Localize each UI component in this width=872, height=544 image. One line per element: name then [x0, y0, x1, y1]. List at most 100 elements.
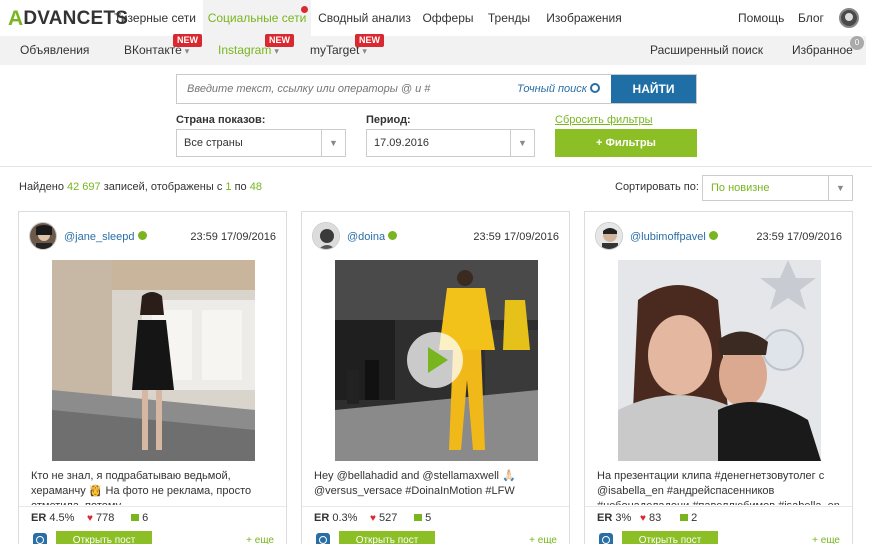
post-time: 23:59 17/09/2016	[756, 231, 842, 243]
er-stat: ER 4.5%	[31, 512, 74, 524]
comments-value: 2	[691, 512, 698, 524]
post-footer: Открыть пост + еще	[302, 528, 569, 544]
instagram-icon	[33, 533, 47, 544]
comment-icon	[414, 514, 422, 521]
post-card: @jane_sleepd 23:59 17/09/2016 Кто не зна…	[18, 211, 287, 544]
results-total: 42 697	[67, 181, 101, 193]
post-card: @lubimoffpavel 23:59 17/09/2016 На презе…	[584, 211, 853, 544]
results-middle: записей, отображены с	[103, 181, 223, 193]
post-author-name: @doina	[347, 231, 386, 243]
nav-teaser-networks[interactable]: Тизерные сети	[107, 0, 203, 36]
comments-stat: 2	[680, 512, 697, 524]
chevron-down-icon: ▼	[510, 130, 534, 156]
nav-images[interactable]: Изображения	[540, 0, 628, 36]
exact-search-label: Точный поиск	[517, 83, 587, 95]
post-author[interactable]: @doina	[347, 231, 398, 243]
likes-stat: ♥ 83	[640, 512, 661, 524]
more-filters-button[interactable]: + Фильтры	[555, 129, 697, 157]
period-select[interactable]: 17.09.2016 ▼	[366, 129, 535, 157]
comment-icon	[131, 514, 139, 521]
heart-icon: ♥	[640, 513, 646, 524]
sort-select-value: По новизне	[711, 182, 770, 194]
comments-stat: 5	[414, 512, 431, 524]
instagram-icon	[599, 533, 613, 544]
post-stats: ER 0.3% ♥ 527 5	[302, 506, 569, 528]
er-stat: ER 3%	[597, 512, 631, 524]
er-value: 3%	[615, 512, 632, 524]
blog-link[interactable]: Блог	[798, 0, 824, 36]
search-bar: Точный поиск НАЙТИ	[176, 74, 697, 104]
results-from: 1	[225, 181, 232, 193]
avatar[interactable]	[29, 222, 57, 250]
comments-value: 6	[142, 512, 149, 524]
avatar[interactable]	[595, 222, 623, 250]
post-time: 23:59 17/09/2016	[190, 231, 276, 243]
post-author[interactable]: @lubimoffpavel	[630, 231, 718, 243]
chevron-down-icon: ▼	[321, 130, 345, 156]
likes-stat: ♥ 778	[87, 512, 114, 524]
results-summary: Найдено 42 697 записей, отображены с 1 п…	[19, 181, 262, 193]
new-badge-instagram: NEW	[265, 34, 294, 47]
new-badge-mytarget: NEW	[355, 34, 384, 47]
verified-icon	[137, 231, 147, 240]
post-text: Hey @bellahadid and @stellamaxwell 🙏🏻 @v…	[314, 470, 516, 497]
divider	[0, 166, 872, 167]
nav-summary-analysis[interactable]: Сводный анализ	[314, 0, 415, 36]
advanced-search-link[interactable]: Расширенный поиск	[650, 36, 763, 65]
more-link[interactable]: + еще	[246, 535, 274, 544]
favorites-count-badge: 0	[850, 36, 864, 50]
play-icon[interactable]	[407, 332, 463, 388]
sub-navigation: Объявления ВКонтакте ▾ Instagram ▾ myTarge…	[0, 36, 866, 65]
sort-select[interactable]: По новизне ▼	[702, 175, 853, 201]
likes-stat: ♥ 527	[370, 512, 397, 524]
likes-value: 778	[96, 512, 115, 524]
help-link[interactable]: Помощь	[738, 0, 784, 36]
subnav-ads[interactable]: Объявления	[20, 36, 89, 65]
verified-icon	[388, 231, 398, 240]
period-select-value: 17.09.2016	[374, 137, 430, 149]
nav-social-networks[interactable]: Социальные сети	[203, 0, 311, 36]
nav-offers[interactable]: Офферы	[418, 0, 478, 36]
open-post-button[interactable]: Открыть пост	[56, 531, 152, 544]
post-footer: Открыть пост + еще	[585, 528, 852, 544]
country-select-value: Все страны	[184, 137, 243, 149]
er-label: ER	[597, 512, 613, 524]
logo-mark: A	[8, 7, 24, 30]
post-author[interactable]: @jane_sleepd	[64, 231, 147, 243]
post-time: 23:59 17/09/2016	[473, 231, 559, 243]
post-card: @doina 23:59 17/09/2016 Hey @bellahadid …	[301, 211, 570, 544]
er-stat: ER 0.3%	[314, 512, 357, 524]
open-post-button[interactable]: Открыть пост	[339, 531, 435, 544]
top-navigation: A DVANCETS Тизерные сети Социальные сети …	[0, 0, 872, 36]
period-label: Период:	[366, 114, 411, 126]
results-to: 48	[249, 181, 262, 193]
country-select[interactable]: Все страны ▼	[176, 129, 346, 157]
er-label: ER	[314, 512, 330, 524]
avatar[interactable]	[312, 222, 340, 250]
more-link[interactable]: + еще	[812, 535, 840, 544]
likes-value: 83	[649, 512, 662, 524]
post-stats: ER 3% ♥ 83 2	[585, 506, 852, 528]
more-link[interactable]: + еще	[529, 535, 557, 544]
subnav-instagram-label: Instagram	[218, 43, 272, 57]
results-prefix: Найдено	[19, 181, 64, 193]
nav-trends[interactable]: Тренды	[482, 0, 536, 36]
user-avatar[interactable]	[839, 8, 859, 28]
post-video[interactable]	[335, 260, 538, 461]
exact-search-toggle[interactable]: Точный поиск	[517, 75, 600, 103]
open-post-button[interactable]: Открыть пост	[622, 531, 718, 544]
er-label: ER	[31, 512, 47, 524]
post-author-name: @lubimoffpavel	[630, 231, 706, 243]
find-button[interactable]: НАЙТИ	[611, 75, 696, 103]
post-image[interactable]	[52, 260, 255, 461]
post-text: Кто не знал, я подрабатываю ведьмой, хер…	[31, 470, 252, 505]
reset-filters-link[interactable]: Сбросить фильтры	[555, 114, 653, 126]
post-image[interactable]	[618, 260, 821, 461]
comments-value: 5	[425, 512, 432, 524]
country-label: Страна показов:	[176, 114, 266, 126]
favorites-link[interactable]: Избранное	[792, 36, 853, 65]
er-value: 0.3%	[332, 512, 358, 524]
subnav-mytarget-label: myTarget	[310, 43, 360, 57]
comments-stat: 6	[131, 512, 148, 524]
post-footer: Открыть пост + еще	[19, 528, 286, 544]
